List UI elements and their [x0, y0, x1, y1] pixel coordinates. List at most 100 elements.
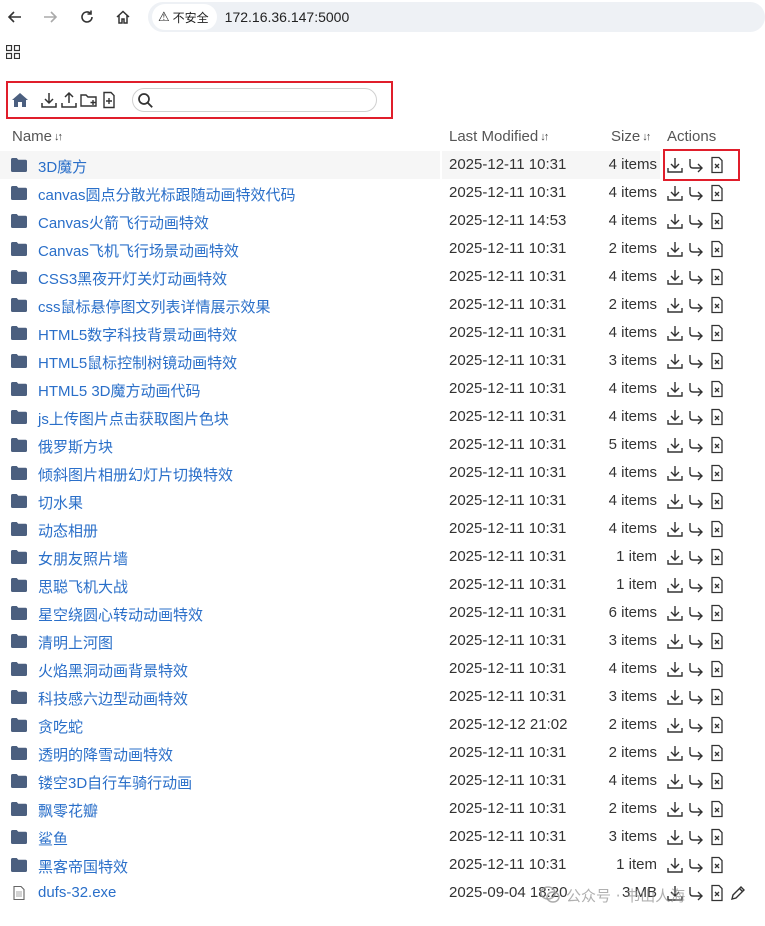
security-chip[interactable]: ⚠ 不安全: [152, 4, 217, 30]
delete-file-icon[interactable]: [708, 632, 726, 650]
new-folder-icon[interactable]: [80, 91, 98, 109]
delete-file-icon[interactable]: [708, 716, 726, 734]
download-icon[interactable]: [666, 660, 684, 678]
move-icon[interactable]: [687, 884, 705, 902]
entry-link[interactable]: 飘零花瓣: [38, 800, 98, 821]
delete-file-icon[interactable]: [708, 604, 726, 622]
entry-link[interactable]: js上传图片点击获取图片色块: [38, 408, 229, 429]
entry-link[interactable]: 透明的降雪动画特效: [38, 744, 173, 765]
home-button[interactable]: [110, 4, 136, 30]
move-icon[interactable]: [687, 800, 705, 818]
move-icon[interactable]: [687, 492, 705, 510]
download-icon[interactable]: [666, 380, 684, 398]
header-name[interactable]: Name ↓↑: [12, 128, 63, 145]
upload-icon[interactable]: [60, 91, 78, 109]
download-icon[interactable]: [666, 576, 684, 594]
header-size[interactable]: Size ↓↑: [611, 128, 651, 145]
download-icon[interactable]: [666, 324, 684, 342]
download-icon[interactable]: [666, 800, 684, 818]
download-icon[interactable]: [666, 408, 684, 426]
back-button[interactable]: [2, 4, 28, 30]
entry-link[interactable]: HTML5鼠标控制树镜动画特效: [38, 352, 237, 373]
download-icon[interactable]: [666, 856, 684, 874]
move-icon[interactable]: [687, 240, 705, 258]
entry-link[interactable]: canvas圆点分散光标跟随动画特效代码: [38, 184, 296, 205]
move-icon[interactable]: [687, 380, 705, 398]
delete-file-icon[interactable]: [708, 884, 726, 902]
download-icon[interactable]: [666, 604, 684, 622]
move-icon[interactable]: [687, 436, 705, 454]
download-icon[interactable]: [666, 156, 684, 174]
download-icon[interactable]: [666, 184, 684, 202]
delete-file-icon[interactable]: [708, 828, 726, 846]
download-icon[interactable]: [666, 492, 684, 510]
entry-link[interactable]: 火焰黑洞动画背景特效: [38, 660, 188, 681]
move-icon[interactable]: [687, 408, 705, 426]
entry-link[interactable]: 星空绕圆心转动动画特效: [38, 604, 203, 625]
entry-link[interactable]: 清明上河图: [38, 632, 113, 653]
entry-link[interactable]: HTML5数字科技背景动画特效: [38, 324, 237, 345]
move-icon[interactable]: [687, 660, 705, 678]
move-icon[interactable]: [687, 212, 705, 230]
delete-file-icon[interactable]: [708, 688, 726, 706]
entry-link[interactable]: 俄罗斯方块: [38, 436, 113, 457]
download-icon[interactable]: [666, 464, 684, 482]
delete-file-icon[interactable]: [708, 856, 726, 874]
download-icon[interactable]: [666, 352, 684, 370]
entry-link[interactable]: 思聪飞机大战: [38, 576, 128, 597]
home-icon[interactable]: [11, 91, 29, 109]
delete-file-icon[interactable]: [708, 548, 726, 566]
delete-file-icon[interactable]: [708, 436, 726, 454]
download-icon[interactable]: [666, 716, 684, 734]
search-input[interactable]: [157, 91, 367, 109]
move-icon[interactable]: [687, 716, 705, 734]
edit-icon[interactable]: [729, 884, 747, 902]
download-icon[interactable]: [666, 688, 684, 706]
move-icon[interactable]: [687, 856, 705, 874]
entry-link[interactable]: 黑客帝国特效: [38, 856, 128, 877]
move-icon[interactable]: [687, 464, 705, 482]
entry-link[interactable]: 镂空3D自行车骑行动画: [38, 772, 192, 793]
move-icon[interactable]: [687, 744, 705, 762]
new-file-icon[interactable]: [100, 91, 118, 109]
download-icon[interactable]: [40, 91, 58, 109]
download-icon[interactable]: [666, 240, 684, 258]
move-icon[interactable]: [687, 548, 705, 566]
entry-link[interactable]: 鲨鱼: [38, 828, 68, 849]
delete-file-icon[interactable]: [708, 296, 726, 314]
download-icon[interactable]: [666, 268, 684, 286]
download-icon[interactable]: [666, 828, 684, 846]
delete-file-icon[interactable]: [708, 660, 726, 678]
download-icon[interactable]: [666, 436, 684, 454]
move-icon[interactable]: [687, 576, 705, 594]
delete-file-icon[interactable]: [708, 800, 726, 818]
delete-file-icon[interactable]: [708, 744, 726, 762]
entry-link[interactable]: 切水果: [38, 492, 83, 513]
download-icon[interactable]: [666, 744, 684, 762]
delete-file-icon[interactable]: [708, 464, 726, 482]
header-last-modified[interactable]: Last Modified ↓↑: [449, 128, 549, 145]
delete-file-icon[interactable]: [708, 268, 726, 286]
delete-file-icon[interactable]: [708, 324, 726, 342]
move-icon[interactable]: [687, 324, 705, 342]
delete-file-icon[interactable]: [708, 212, 726, 230]
move-icon[interactable]: [687, 296, 705, 314]
entry-link[interactable]: dufs-32.exe: [38, 884, 116, 901]
delete-file-icon[interactable]: [708, 492, 726, 510]
search-box[interactable]: [132, 88, 377, 112]
entry-link[interactable]: Canvas火箭飞行动画特效: [38, 212, 209, 233]
move-icon[interactable]: [687, 184, 705, 202]
download-icon[interactable]: [666, 212, 684, 230]
entry-link[interactable]: CSS3黑夜开灯关灯动画特效: [38, 268, 227, 289]
entry-link[interactable]: HTML5 3D魔方动画代码: [38, 380, 201, 401]
delete-file-icon[interactable]: [708, 184, 726, 202]
entry-link[interactable]: 女朋友照片墙: [38, 548, 128, 569]
move-icon[interactable]: [687, 268, 705, 286]
delete-file-icon[interactable]: [708, 352, 726, 370]
address-bar[interactable]: ⚠ 不安全 172.16.36.147:5000: [148, 2, 765, 32]
reload-button[interactable]: [74, 4, 100, 30]
move-icon[interactable]: [687, 156, 705, 174]
move-icon[interactable]: [687, 520, 705, 538]
delete-file-icon[interactable]: [708, 380, 726, 398]
entry-link[interactable]: 动态相册: [38, 520, 98, 541]
